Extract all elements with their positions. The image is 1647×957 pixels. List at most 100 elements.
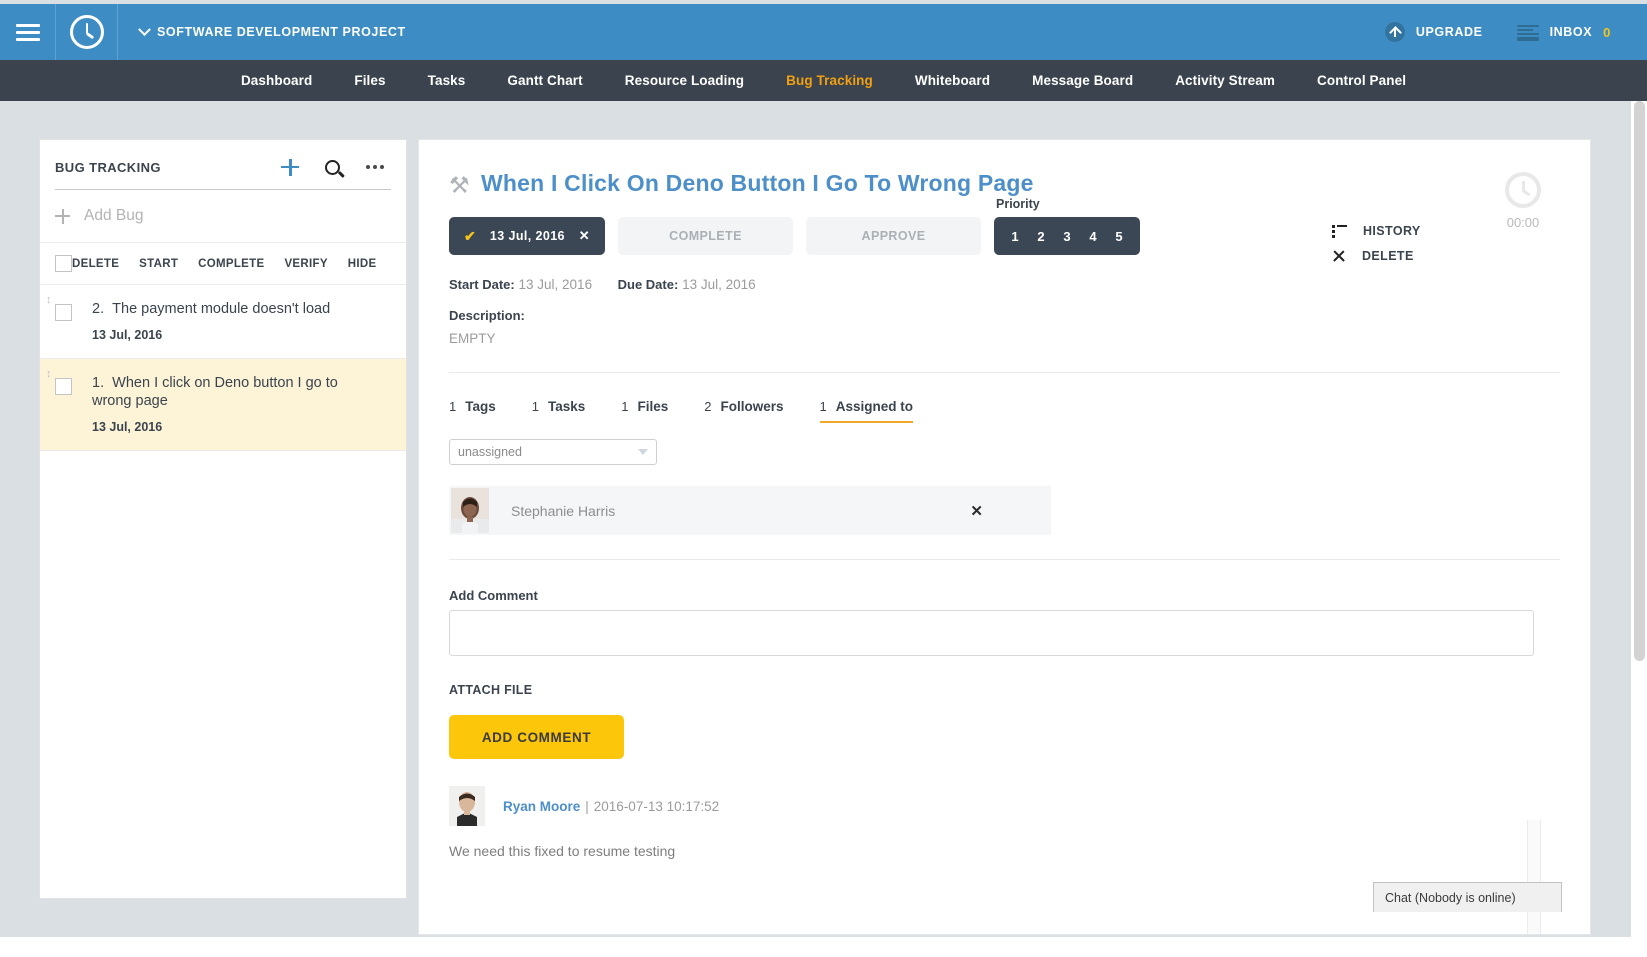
bug-list-actions (281, 158, 384, 176)
timer-clock-icon (1505, 172, 1541, 208)
bug-checkbox[interactable] (55, 304, 72, 321)
bug-list-header: BUG TRACKING (40, 140, 406, 176)
assignee-select[interactable]: unassigned (449, 439, 657, 465)
nav-item-bug-tracking[interactable]: Bug Tracking (765, 73, 894, 88)
check-icon: ✔ (464, 228, 476, 245)
assignee-name: Stephanie Harris (511, 503, 615, 519)
tab-assigned-to[interactable]: 1 Assigned to (820, 399, 914, 423)
start-status-button[interactable]: ✔ 13 Jul, 2016 ✕ (449, 217, 605, 255)
nav-item-control-panel[interactable]: Control Panel (1296, 73, 1427, 88)
menu-toggle-button[interactable] (0, 4, 56, 60)
avatar-image (449, 786, 485, 826)
tab-assigned-to-count: 1 (820, 399, 827, 414)
tab-tags-label: Tags (465, 399, 496, 414)
page-title: When I Click On Deno Button I Go To Wron… (481, 170, 1034, 197)
drag-handle-icon[interactable]: ↕ (46, 295, 56, 309)
tab-tags-count: 1 (449, 399, 456, 414)
more-options-icon[interactable] (366, 165, 384, 169)
add-bug-button[interactable]: Add Bug (40, 190, 406, 243)
comment-author[interactable]: Ryan Moore (503, 799, 580, 814)
tab-followers-label: Followers (721, 399, 784, 414)
bulk-hide-button[interactable]: HIDE (348, 258, 377, 270)
bottom-strip (0, 937, 1647, 957)
assignee-select-value: unassigned (458, 445, 522, 459)
bulk-complete-button[interactable]: COMPLETE (198, 258, 264, 270)
upgrade-label: UPGRADE (1416, 25, 1483, 39)
nav-item-gantt-chart[interactable]: Gantt Chart (486, 73, 603, 88)
nav-item-dashboard[interactable]: Dashboard (220, 73, 333, 88)
project-title-label: SOFTWARE DEVELOPMENT PROJECT (157, 25, 406, 39)
tab-followers-count: 2 (704, 399, 711, 414)
bug-list-item[interactable]: ↕ 1. When I click on Deno button I go to… (40, 359, 406, 451)
page-scrollbar-thumb[interactable] (1634, 101, 1645, 661)
add-bug-label: Add Bug (84, 207, 143, 225)
page-scrollbar[interactable] (1631, 101, 1647, 937)
tab-files[interactable]: 1 Files (621, 399, 668, 423)
bug-item-title: 2. The payment module doesn't load (92, 301, 330, 318)
priority-option-5[interactable]: 5 (1106, 229, 1132, 244)
wrench-icon (449, 174, 471, 198)
priority-option-1[interactable]: 1 (1002, 229, 1028, 244)
date-meta-row: Start Date: 13 Jul, 2016 Due Date: 13 Ju… (449, 277, 1560, 292)
drag-handle-icon[interactable]: ↕ (46, 369, 56, 383)
inner-scrollbar[interactable] (1527, 820, 1541, 935)
app-logo-button[interactable] (56, 4, 118, 60)
chat-bar[interactable]: Chat (Nobody is online) (1373, 882, 1562, 912)
bulk-verify-button[interactable]: VERIFY (284, 258, 327, 270)
comment-text: We need this fixed to resume testing (449, 843, 1560, 859)
nav-item-tasks[interactable]: Tasks (407, 73, 487, 88)
bug-item-body: 1. When I click on Deno button I go to w… (92, 375, 352, 434)
bug-item-title: 1. When I click on Deno button I go to w… (92, 375, 352, 410)
search-icon[interactable] (325, 160, 340, 175)
tab-followers[interactable]: 2 Followers (704, 399, 783, 423)
approve-button[interactable]: APPROVE (806, 217, 981, 255)
chat-label: Chat (Nobody is online) (1385, 891, 1516, 905)
bug-item-date: 13 Jul, 2016 (92, 328, 330, 342)
chevron-down-icon (638, 449, 648, 455)
bug-item-date: 13 Jul, 2016 (92, 420, 352, 434)
add-comment-button[interactable]: ADD COMMENT (449, 715, 624, 759)
upgrade-button[interactable]: UPGRADE (1385, 22, 1483, 42)
bug-checkbox[interactable] (55, 378, 72, 395)
nav-item-message-board[interactable]: Message Board (1011, 73, 1154, 88)
nav-item-whiteboard[interactable]: Whiteboard (894, 73, 1011, 88)
nav-item-activity-stream[interactable]: Activity Stream (1154, 73, 1296, 88)
priority-selector: Priority 1 2 3 4 5 (994, 217, 1140, 255)
bug-item-number: 1. (92, 375, 104, 391)
comment-timestamp: 2016-07-13 10:17:52 (594, 799, 719, 814)
nav-item-files[interactable]: Files (333, 73, 406, 88)
comment-item: Ryan Moore|2016-07-13 10:17:52 We need t… (449, 786, 1560, 859)
priority-option-2[interactable]: 2 (1028, 229, 1054, 244)
complete-button[interactable]: COMPLETE (618, 217, 793, 255)
add-icon[interactable] (281, 158, 299, 176)
clear-status-icon[interactable]: ✕ (579, 228, 590, 244)
task-title-row: When I Click On Deno Button I Go To Wron… (449, 140, 1560, 198)
tab-tags[interactable]: 1 Tags (449, 399, 496, 423)
bug-detail-header: When I Click On Deno Button I Go To Wron… (419, 140, 1590, 859)
bulk-delete-button[interactable]: DELETE (72, 258, 119, 270)
inbox-label: INBOX (1550, 25, 1593, 39)
upgrade-arrow-icon (1385, 22, 1405, 42)
attach-file-label[interactable]: ATTACH FILE (449, 683, 1560, 697)
remove-assignee-icon[interactable]: ✕ (970, 502, 983, 520)
start-date-label: Start Date: (449, 277, 515, 292)
chevron-down-icon (138, 23, 151, 36)
inbox-button[interactable]: INBOX 0 (1517, 24, 1611, 41)
priority-option-4[interactable]: 4 (1080, 229, 1106, 244)
app-page: SOFTWARE DEVELOPMENT PROJECT UPGRADE INB… (0, 0, 1647, 957)
project-selector[interactable]: SOFTWARE DEVELOPMENT PROJECT (140, 25, 406, 39)
priority-label: Priority (996, 197, 1040, 211)
bug-list-item[interactable]: ↕ 2. The payment module doesn't load 13 … (40, 285, 406, 359)
bulk-start-button[interactable]: START (139, 258, 178, 270)
comment-header: Ryan Moore|2016-07-13 10:17:52 (449, 786, 1560, 826)
comment-textarea[interactable] (449, 610, 1534, 656)
priority-option-3[interactable]: 3 (1054, 229, 1080, 244)
tab-tasks[interactable]: 1 Tasks (532, 399, 586, 423)
bug-item-text: When I click on Deno button I go to wron… (92, 375, 338, 408)
priority-button-group: 1 2 3 4 5 (994, 217, 1140, 255)
select-all-checkbox[interactable] (55, 255, 72, 272)
bug-item-number: 2. (92, 301, 104, 317)
nav-item-resource-loading[interactable]: Resource Loading (604, 73, 765, 88)
due-date-value: 13 Jul, 2016 (682, 277, 756, 292)
bug-list-title: BUG TRACKING (55, 160, 161, 175)
